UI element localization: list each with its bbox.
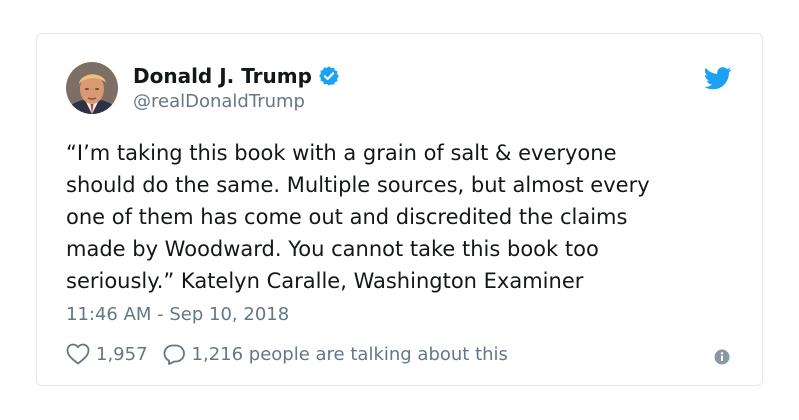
verified-badge-icon: [318, 65, 340, 87]
twitter-bird-icon[interactable]: [704, 67, 732, 94]
conversation-text: 1,216 people are talking about this: [191, 343, 508, 365]
tweet-timestamp[interactable]: 11:46 AM - Sep 10, 2018: [66, 304, 289, 325]
heart-icon[interactable]: [66, 343, 90, 365]
tweet-text: “I’m taking this book with a grain of sa…: [66, 141, 650, 293]
info-icon[interactable]: [714, 349, 730, 369]
tweet-actions: 1,957 1,216 people are talking about thi…: [66, 343, 508, 365]
avatar-image: [66, 62, 118, 114]
like-count: 1,957: [96, 343, 148, 365]
like-action[interactable]: 1,957: [66, 343, 148, 365]
conversation-action[interactable]: 1,216 people are talking about this: [162, 343, 508, 365]
speech-bubble-icon[interactable]: [162, 343, 186, 365]
author-name[interactable]: Donald J. Trump: [133, 64, 312, 88]
author-handle[interactable]: @realDonaldTrump: [133, 91, 305, 112]
tweet-card: Donald J. Trump @realDonaldTrump “I’m ta…: [36, 33, 763, 386]
avatar[interactable]: [66, 62, 118, 114]
author-row: Donald J. Trump: [133, 64, 340, 88]
